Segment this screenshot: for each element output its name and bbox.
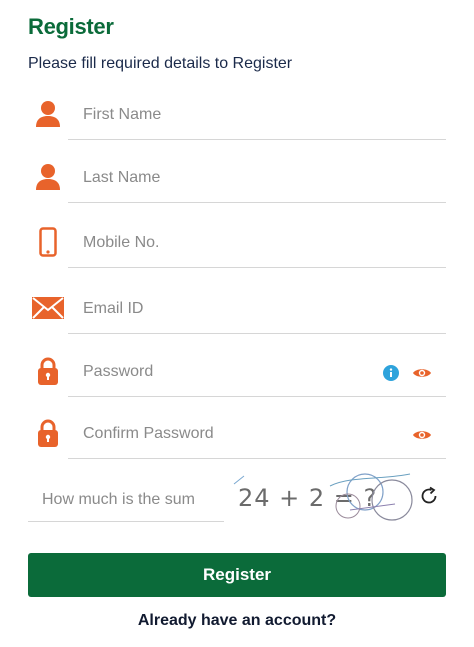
lock-icon [28, 413, 68, 453]
field-underline [68, 333, 446, 334]
first-name-input[interactable] [83, 102, 383, 128]
show-password-eye-icon[interactable] [412, 365, 432, 381]
page-subtitle: Please fill required details to Register [28, 55, 293, 72]
first-name-field [28, 94, 446, 140]
refresh-captcha-icon[interactable] [419, 486, 439, 506]
field-underline [68, 139, 446, 140]
captcha-image: 24 + 2 = ? [230, 470, 420, 526]
email-field [28, 288, 446, 334]
field-underline [68, 267, 446, 268]
field-underline [68, 458, 446, 459]
register-button[interactable]: Register [28, 553, 446, 597]
email-input[interactable] [83, 296, 383, 322]
mobile-field [28, 222, 446, 268]
info-icon[interactable] [383, 365, 399, 381]
captcha-input[interactable] [42, 488, 220, 512]
field-underline [68, 202, 446, 203]
captcha-noise [233, 473, 413, 521]
last-name-field [28, 157, 446, 203]
confirm-password-input[interactable] [83, 421, 383, 447]
user-icon [28, 94, 68, 134]
password-input[interactable] [83, 359, 383, 385]
field-underline [68, 396, 446, 397]
page-title: Register [28, 14, 114, 39]
lock-icon [28, 351, 68, 391]
login-link[interactable]: Already have an account? [0, 612, 474, 630]
password-field [28, 351, 446, 397]
last-name-input[interactable] [83, 165, 383, 191]
captcha-field [28, 478, 224, 522]
confirm-password-field [28, 413, 446, 459]
mobile-input[interactable] [83, 230, 383, 256]
mobile-phone-icon [28, 222, 68, 262]
envelope-icon [28, 288, 68, 328]
user-icon [28, 157, 68, 197]
show-confirm-password-eye-icon[interactable] [412, 427, 432, 443]
